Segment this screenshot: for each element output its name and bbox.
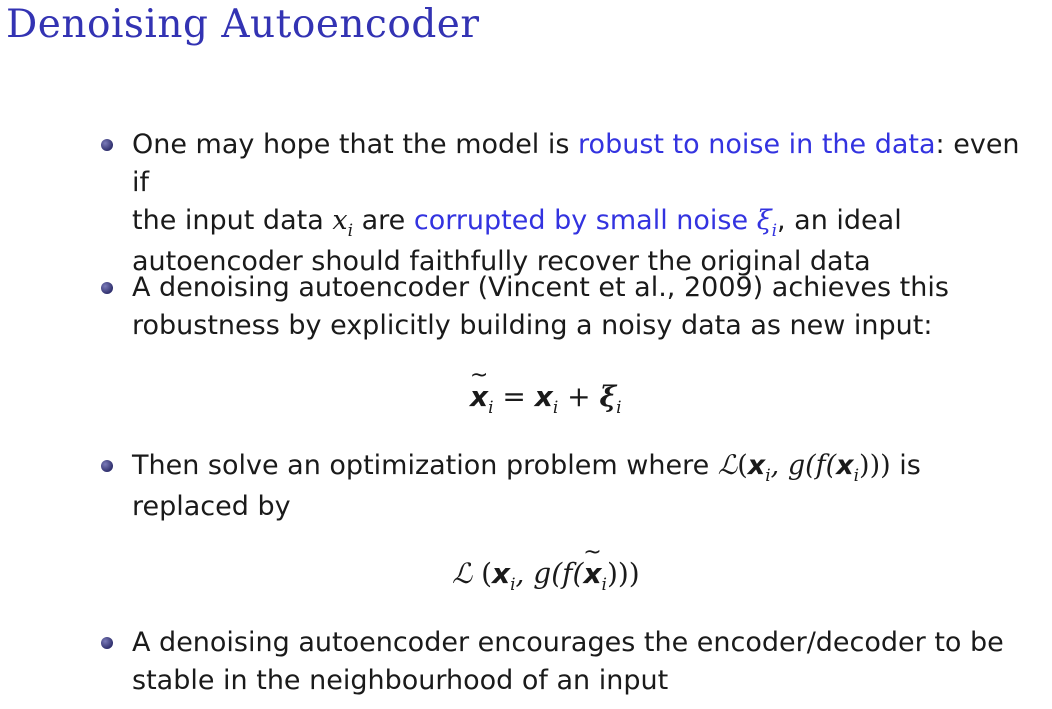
bullet-stability: A denoising autoencoder encourages the e…: [101, 624, 1044, 700]
math-sub: i: [552, 398, 559, 418]
bullet-line: replaced by: [132, 491, 291, 522]
text: , an ideal: [777, 205, 902, 236]
bullet-dot: [101, 460, 113, 472]
math-x: x: [747, 450, 766, 481]
math-op: +: [558, 380, 600, 413]
math-sub: i: [347, 221, 353, 241]
bullet-line: robustness by explicitly building a nois…: [132, 310, 933, 341]
math-op: (: [472, 557, 492, 590]
math-loss: ℒ: [717, 450, 738, 481]
bullet-line: A denoising autoencoder (Vincent et al.,…: [132, 272, 949, 303]
bullet-line: Then solve an optimization problem where…: [132, 447, 1044, 488]
math-op: , g(f(: [770, 450, 837, 481]
math-sub: i: [510, 575, 516, 595]
math-sub: i: [771, 221, 778, 241]
math-loss: ℒ: [452, 557, 473, 590]
math-op: , g(f(: [515, 557, 584, 590]
text: is: [890, 450, 921, 481]
math-x-tilde: x: [470, 380, 488, 413]
bullet-line: the input data xi are corrupted by small…: [132, 202, 1044, 243]
bullet-line: A denoising autoencoder encourages the e…: [132, 627, 1004, 658]
math-sub: i: [601, 575, 607, 595]
math-op: (: [737, 450, 748, 481]
math-xi: ξ: [756, 205, 772, 236]
equation-noisy-input: xi = xi + ξi: [470, 380, 622, 418]
math-x: x: [332, 205, 348, 236]
math-sub: i: [853, 466, 860, 486]
slide-title: Denoising Autoencoder: [6, 2, 480, 47]
math-op: =: [493, 380, 535, 413]
equation-denoising-loss: ℒ (xi, g(f(xi))): [452, 557, 640, 595]
math-op: ))): [606, 557, 640, 590]
bullet-line: One may hope that the model is robust to…: [132, 126, 1044, 202]
bullet-dot: [101, 282, 113, 294]
bullet-denoising-def: A denoising autoencoder (Vincent et al.,…: [101, 269, 1044, 345]
math-sub: i: [616, 398, 622, 418]
bullet-dot: [101, 139, 113, 151]
math-x: x: [534, 380, 553, 413]
math-xi: ξ: [599, 380, 617, 413]
text: the input data: [132, 205, 333, 236]
text: One may hope that the model is: [132, 129, 579, 160]
text: are: [353, 205, 414, 236]
bullet-line: stable in the neighbourhood of an input: [132, 665, 669, 696]
math-sub: i: [488, 398, 494, 418]
highlight-robust: robust to noise in the data: [578, 129, 936, 160]
math-sub: i: [765, 466, 771, 486]
highlight-corrupted: corrupted by small noise: [413, 205, 757, 236]
bullet-robustness: One may hope that the model is robust to…: [101, 126, 1044, 281]
math-op: ))): [859, 450, 891, 481]
bullet-dot: [101, 637, 113, 649]
math-x-tilde: x: [583, 557, 601, 590]
math-x: x: [492, 557, 511, 590]
math-x: x: [836, 450, 854, 481]
text: Then solve an optimization problem where: [132, 450, 718, 481]
bullet-optimization: Then solve an optimization problem where…: [101, 447, 1044, 526]
